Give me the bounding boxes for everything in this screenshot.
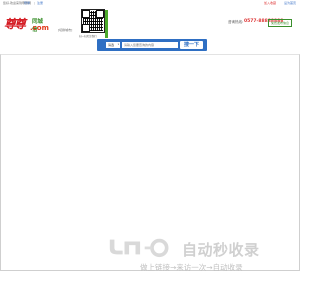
search-bar: 请选 ▾ 搜一下: [97, 39, 207, 51]
search-input[interactable]: [122, 42, 178, 48]
city-switch-link[interactable]: [切换城市]: [58, 28, 72, 32]
register-link[interactable]: 注册: [37, 1, 43, 5]
qr-code-image: [81, 9, 105, 33]
qr-caption: 扫一扫关注我们: [79, 35, 97, 38]
login-link[interactable]: 登录: [24, 1, 30, 5]
hotline-label: 咨询热线:: [228, 20, 244, 24]
watermark-title: 自动秒收录: [182, 241, 260, 259]
logo-script-text: 尊尊: [4, 17, 26, 31]
watermark-logo-icon: [109, 238, 169, 258]
separator: |: [34, 1, 36, 5]
add-favorite-link[interactable]: 加入收藏: [264, 1, 276, 5]
site-header: 尊尊 同城信 .com [切换城市] 扫一扫关注我们 咨询热线: 0577-88…: [0, 7, 300, 40]
logo-domain-text: .com: [30, 24, 49, 32]
category-label: 请选: [108, 43, 115, 47]
green-divider-bar: [105, 10, 108, 38]
set-homepage-link[interactable]: 设为首页: [284, 1, 296, 5]
search-button[interactable]: 搜一下: [180, 41, 203, 49]
category-select[interactable]: 请选 ▾: [106, 42, 120, 48]
site-logo[interactable]: 尊尊 同城信 .com: [4, 16, 49, 34]
chevron-down-icon: ▾: [117, 43, 119, 46]
top-bar: 您好,欢迎来到尊尊网 登录 | 注册 加入收藏 设为首页: [0, 0, 300, 7]
free-post-button[interactable]: 免费发布信息: [268, 19, 292, 27]
watermark-subtitle: 做上链接→来访一次→自动收录: [140, 263, 243, 272]
